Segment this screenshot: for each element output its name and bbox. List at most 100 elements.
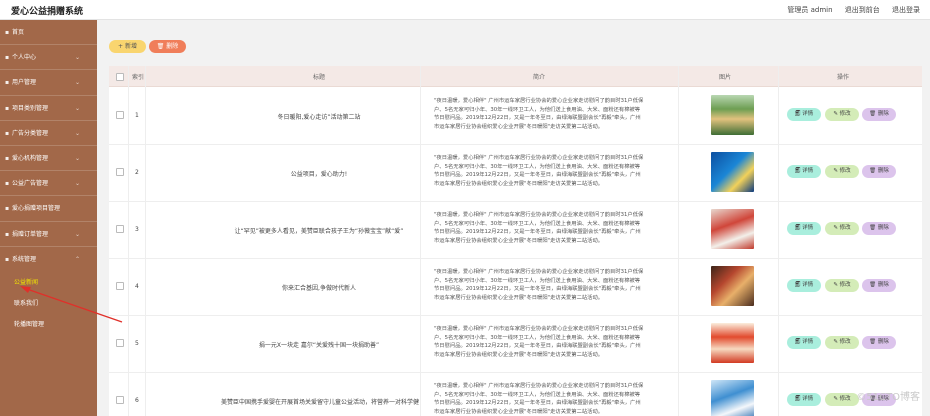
row-title: 让“罕见”被更多人看见，美赞臣联合孩子王为“孙薇宝宝”献“爱” (234, 228, 404, 235)
row-title: 美赞臣中国携手爱婴在开展首场关爱留守儿童公益活动，将营养一对科学健 (221, 399, 420, 406)
sidebar-item-label: 用户管理 (12, 79, 37, 87)
row-brief: "夜日温暖，爱心相伴" 广州市运车家居行业协会的爱心企业家走访慰问了韵目时31户… (434, 269, 644, 301)
row-index: 1 (135, 112, 139, 119)
sidebar-subitem-contact[interactable]: 联系我们 (0, 293, 97, 314)
sidebar-item-home[interactable]: ▪ 首页 (0, 20, 97, 46)
row-image (711, 266, 754, 306)
row-checkbox[interactable] (116, 339, 124, 347)
row-title: 捐一元X一块走 嘉尔“关爱残十国一块捐助善” (258, 342, 380, 349)
admin-label: 管理员 admin (787, 6, 833, 14)
sidebar-item-project-category[interactable]: ▪ 项目类别管理 ⌄ (0, 96, 97, 121)
table-row: 3 让“罕见”被更多人看见，美赞臣联合孩子王为“孙薇宝宝”献“爱” "夜日温暖，… (109, 201, 922, 259)
sidebar-item-charity-orgs[interactable]: ▪ 爱心机构管理 ⌄ (0, 146, 97, 172)
row-index: 3 (135, 226, 139, 233)
sidebar-item-profile[interactable]: ▪ 个人中心 ⌄ (0, 45, 97, 71)
chevron-down-icon: ⌄ (75, 154, 81, 162)
edit-button[interactable]: ✎ 修改 (825, 393, 859, 406)
detail-button[interactable]: 🗐 详情 (787, 108, 821, 121)
row-brief: "夜日温暖，爱心相伴" 广州市运车家居行业协会的爱心企业家走访慰问了韵目时31户… (434, 98, 644, 130)
delete-button[interactable]: 🗑 删除 (862, 222, 896, 235)
chevron-down-icon: ⌄ (75, 129, 81, 137)
person-icon: ▪ (5, 54, 10, 62)
detail-button[interactable]: 🗐 详情 (787, 336, 821, 349)
row-brief: "夜日温暖，爱心相伴" 广州市运车家居行业协会的爱心企业家走访慰问了韵目时31户… (434, 383, 644, 415)
sidebar-item-label: 捐赠订单管理 (12, 230, 49, 238)
row-index: 2 (135, 169, 139, 176)
row-index: 5 (135, 340, 139, 347)
header-index: 索引 (132, 74, 145, 81)
detail-button[interactable]: 🗐 详情 (787, 279, 821, 292)
table-row: 1 冬日暖阳,爱心走访”活动第二站 "夜日温暖，爱心相伴" 广州市运车家居行业协… (109, 87, 922, 145)
row-checkbox[interactable] (116, 168, 124, 176)
menu-icon: ▪ (5, 29, 10, 36)
row-checkbox[interactable] (116, 396, 124, 404)
header-image: 图片 (719, 74, 732, 81)
edit-button[interactable]: ✎ 修改 (825, 336, 859, 349)
sidebar-item-public-ads[interactable]: ▪ 公益广告管理 ⌄ (0, 171, 97, 197)
sidebar-item-label: 项目类别管理 (12, 104, 49, 112)
row-image (711, 323, 754, 363)
app-title: 爱心公益捐赠系统 (11, 7, 84, 17)
row-checkbox[interactable] (116, 225, 124, 233)
sidebar-item-system[interactable]: ▪ 系统管理 ⌃ (0, 246, 97, 272)
chevron-up-icon: ⌃ (75, 255, 81, 263)
sidebar-item-ad-category[interactable]: ▪ 广告分类管理 ⌄ (0, 121, 97, 146)
header-ops: 操作 (837, 74, 850, 81)
sidebar-item-label: 公益广告管理 (12, 180, 49, 188)
delete-button[interactable]: 🗑 删除 (862, 336, 896, 349)
table-row: 4 你来汇合基因,争做时代新人 "夜日温暖，爱心相伴" 广州市运车家居行业协会的… (109, 258, 922, 316)
edit-button[interactable]: ✎ 修改 (825, 108, 859, 121)
table-row: 6 美赞臣中国携手爱婴在开展首场关爱留守儿童公益活动，将营养一对科学健 "夜日温… (109, 372, 922, 416)
users-icon: ▪ (5, 79, 10, 87)
chevron-down-icon: ⌄ (75, 104, 81, 112)
chevron-down-icon: ⌄ (75, 79, 81, 87)
sidebar-item-donation-orders[interactable]: ▪ 捐赠订单管理 ⌄ (0, 222, 97, 247)
sidebar-item-label: 爱心机构管理 (12, 154, 49, 162)
main-content: + 新增 🗑 删除 索引 标题 简介 图片 操作 1 冬日暖阳,爱心走访”活动第… (97, 20, 930, 416)
top-bar: 爱心公益捐赠系统 管理员 admin 退出到前台 退出登录 (0, 0, 930, 20)
add-button[interactable]: + 新增 (109, 40, 146, 53)
detail-button[interactable]: 🗐 详情 (787, 165, 821, 178)
detail-button[interactable]: 🗐 详情 (787, 393, 821, 406)
table-row: 2 公益项目，爱心助力! "夜日温暖，爱心相伴" 广州市运车家居行业协会的爱心企… (109, 144, 922, 202)
row-title: 你来汇合基因,争做时代新人 (282, 285, 356, 292)
row-checkbox[interactable] (116, 111, 124, 119)
megaphone-icon: ▪ (5, 180, 10, 188)
sidebar-item-label: 系统管理 (12, 255, 37, 263)
header-actions: 管理员 admin 退出到前台 退出登录 (787, 5, 920, 15)
sidebar-item-label: 爱心捐赠项目管理 (12, 205, 61, 213)
row-image (711, 152, 754, 192)
edit-button[interactable]: ✎ 修改 (825, 279, 859, 292)
edit-button[interactable]: ✎ 修改 (825, 222, 859, 235)
sidebar-subitem-news[interactable]: 公益新闻 (0, 272, 97, 293)
delete-button[interactable]: 🗑 删除 (862, 108, 896, 121)
sidebar-item-label: 首页 (12, 29, 25, 36)
sidebar-item-users[interactable]: ▪ 用户管理 ⌄ (0, 70, 97, 96)
table-row: 5 捐一元X一块走 嘉尔“关爱残十国一块捐助善” "夜日温暖，爱心相伴" 广州市… (109, 315, 922, 373)
logout-link[interactable]: 退出登录 (892, 6, 920, 14)
list-icon: ▪ (5, 104, 10, 112)
back-to-front-link[interactable]: 退出到前台 (845, 6, 880, 14)
edit-button[interactable]: ✎ 修改 (825, 165, 859, 178)
detail-button[interactable]: 🗐 详情 (787, 222, 821, 235)
row-index: 6 (135, 397, 139, 404)
sidebar-item-label: 广告分类管理 (12, 129, 49, 137)
row-title: 公益项目，爱心助力! (290, 171, 348, 178)
batch-delete-button[interactable]: 🗑 删除 (149, 40, 186, 53)
chevron-down-icon: ⌄ (75, 180, 81, 188)
chevron-down-icon: ⌄ (75, 230, 81, 238)
select-all-checkbox[interactable] (116, 73, 124, 81)
list-icon: ▪ (5, 129, 10, 137)
delete-button[interactable]: 🗑 删除 (862, 165, 896, 178)
watermark: ©51CTO博客 (856, 392, 920, 403)
row-checkbox[interactable] (116, 282, 124, 290)
delete-button[interactable]: 🗑 删除 (862, 279, 896, 292)
gear-icon: ▪ (5, 255, 10, 263)
header-brief: 简介 (533, 74, 546, 81)
row-brief: "夜日温暖，爱心相伴" 广州市运车家居行业协会的爱心企业家走访慰问了韵目时31户… (434, 155, 644, 187)
row-brief: "夜日温暖，爱心相伴" 广州市运车家居行业协会的爱心企业家走访慰问了韵目时31户… (434, 212, 644, 244)
sidebar-item-donation-projects[interactable]: ▪ 爱心捐赠项目管理 (0, 196, 97, 222)
row-image (711, 209, 754, 249)
sidebar-item-label: 个人中心 (12, 54, 37, 62)
sidebar-subitem-carousel[interactable]: 轮播图管理 (0, 314, 97, 335)
